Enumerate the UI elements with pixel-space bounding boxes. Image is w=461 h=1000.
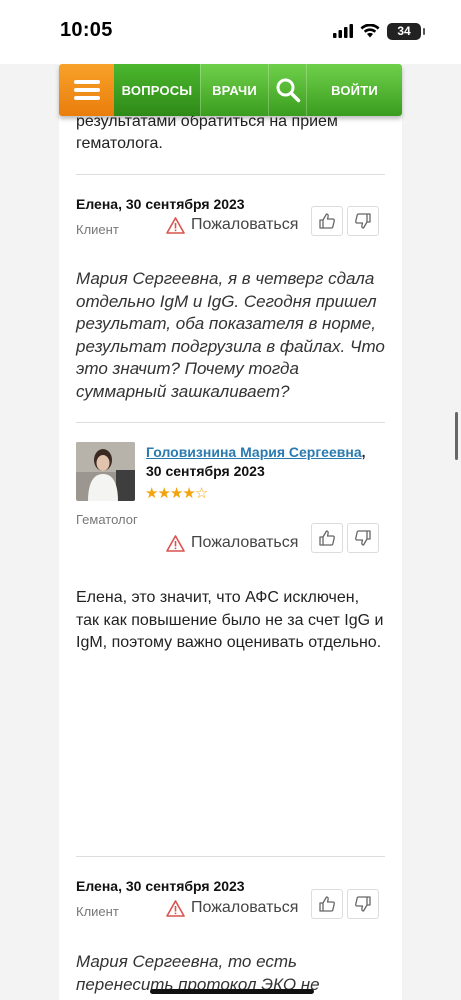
like-button[interactable] [311, 889, 343, 919]
rating-stars: ★★★★☆ [145, 484, 208, 502]
status-icons: 34 [333, 22, 425, 40]
nav-login[interactable]: ВОЙТИ [306, 64, 402, 116]
comment-date: 30 сентября 2023 [146, 463, 265, 479]
report-link[interactable]: Пожаловаться [166, 534, 298, 552]
doctor-name-link[interactable]: Головизнина Мария Сергеевна [146, 444, 362, 460]
comment-role: Клиент [76, 222, 119, 237]
doctor-header: Головизнина Мария Сергеевна, [146, 442, 381, 463]
like-button[interactable] [311, 206, 343, 236]
star-empty-icon: ☆ [194, 485, 208, 502]
star-filled-icon: ★ [145, 485, 158, 502]
comment-author: Елена, 30 сентября 2023 [76, 196, 245, 212]
warning-icon [166, 216, 185, 234]
comment-author: Елена, 30 сентября 2023 [76, 878, 245, 894]
top-navigation: ВОПРОСЫ ВРАЧИ ВОЙТИ [59, 64, 402, 116]
status-time: 10:05 [60, 19, 113, 41]
comment-role: Клиент [76, 904, 119, 919]
battery-icon: 34 [387, 22, 425, 40]
report-link[interactable]: Пожаловаться [166, 899, 298, 917]
report-label: Пожаловаться [191, 534, 299, 551]
nav-questions[interactable]: ВОПРОСЫ [114, 64, 200, 116]
hamburger-icon [73, 80, 100, 100]
star-filled-icon: ★ [182, 485, 195, 502]
separator [76, 422, 385, 423]
report-label: Пожаловаться [191, 216, 299, 233]
search-button[interactable] [268, 64, 306, 116]
status-bar: 10:05 34 [0, 0, 461, 64]
menu-button[interactable] [59, 64, 114, 116]
comment-text: Мария Сергеевна, я в четверг сдала отдел… [76, 269, 385, 401]
thumbs-down-icon [355, 530, 371, 546]
thumbs-up-icon [319, 530, 335, 546]
thumbs-up-icon [319, 896, 335, 912]
home-indicator [150, 989, 314, 994]
separator [76, 174, 385, 175]
nav-doctors[interactable]: ВРАЧИ [200, 64, 268, 116]
warning-icon [166, 534, 185, 552]
dislike-button[interactable] [347, 206, 379, 236]
star-filled-icon: ★ [169, 485, 183, 502]
nav-links: ВОПРОСЫ ВРАЧИ ВОЙТИ [114, 64, 402, 116]
thread-card: результатами обратиться на прием гематол… [59, 64, 402, 1000]
dislike-button[interactable] [347, 523, 379, 553]
doctor-specialty: Гематолог [76, 512, 138, 527]
report-label: Пожаловаться [191, 899, 299, 916]
separator [76, 856, 385, 857]
like-button[interactable] [311, 523, 343, 553]
thumbs-down-icon [355, 896, 371, 912]
signal-icon [333, 24, 353, 38]
thumbs-up-icon [319, 213, 335, 229]
star-filled-icon: ★ [157, 485, 170, 502]
doctor-avatar[interactable] [76, 442, 135, 501]
doctor-answer-text: Елена, это значит, что АФС исключен, так… [76, 589, 384, 651]
report-link[interactable]: Пожаловаться [166, 216, 298, 234]
scrollbar[interactable] [455, 412, 458, 460]
wifi-icon [360, 24, 380, 38]
previous-answer-tail: результатами обратиться на прием гематол… [76, 113, 338, 152]
dislike-button[interactable] [347, 889, 379, 919]
warning-icon [166, 899, 185, 917]
name-comma: , [361, 444, 366, 460]
search-icon [276, 78, 300, 103]
thumbs-down-icon [355, 213, 371, 229]
